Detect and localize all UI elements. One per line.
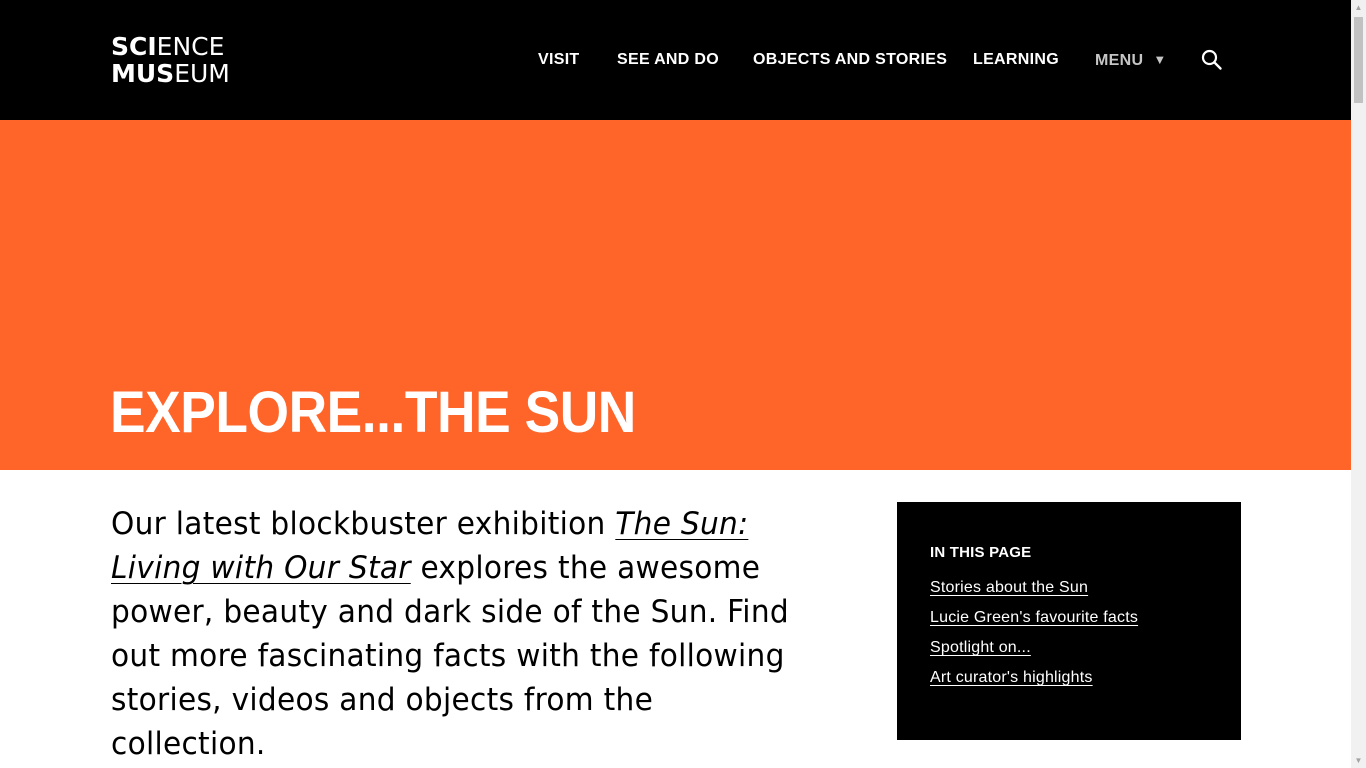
menu-button[interactable]: MENU ▼ — [1095, 51, 1166, 70]
toc-link-spotlight-on[interactable]: Spotlight on... — [930, 639, 1031, 656]
toc-item: Stories about the Sun — [930, 578, 1208, 598]
nav-learning[interactable]: LEARNING — [973, 51, 1059, 69]
in-this-page-heading: IN THIS PAGE — [930, 544, 1032, 561]
toc-link-lucie-green-facts[interactable]: Lucie Green's favourite facts — [930, 609, 1138, 626]
intro-paragraph: Our latest blockbuster exhibition The Su… — [111, 502, 808, 766]
site-header: SCIENCE MUSEUM VISIT SEE AND DO OBJECTS … — [0, 0, 1351, 120]
nav-objects-and-stories[interactable]: OBJECTS AND STORIES — [753, 51, 947, 69]
nav-see-and-do[interactable]: SEE AND DO — [617, 51, 719, 69]
search-icon — [1201, 49, 1222, 70]
scroll-up-arrow-icon[interactable]: ▲ — [1351, 0, 1366, 15]
page: SCIENCE MUSEUM VISIT SEE AND DO OBJECTS … — [0, 0, 1351, 768]
intro-text: Our latest blockbuster exhibition — [111, 506, 616, 542]
toc-list: Stories about the Sun Lucie Green's favo… — [930, 578, 1208, 688]
in-this-page-box: IN THIS PAGE Stories about the Sun Lucie… — [897, 502, 1241, 740]
scroll-down-arrow-icon[interactable]: ▼ — [1351, 753, 1366, 768]
search-button[interactable] — [1200, 48, 1224, 72]
hero-banner: EXPLORE...THE SUN — [0, 120, 1351, 470]
page-title: EXPLORE...THE SUN — [110, 380, 636, 445]
main-nav: VISIT SEE AND DO OBJECTS AND STORIES LEA… — [0, 0, 1351, 120]
toc-item: Lucie Green's favourite facts — [930, 608, 1208, 628]
toc-item: Spotlight on... — [930, 638, 1208, 658]
menu-label: MENU — [1095, 52, 1144, 69]
nav-visit[interactable]: VISIT — [538, 51, 580, 69]
vertical-scrollbar[interactable]: ▲ ▼ — [1351, 0, 1366, 768]
toc-link-stories-about-the-sun[interactable]: Stories about the Sun — [930, 579, 1088, 596]
toc-item: Art curator's highlights — [930, 668, 1208, 688]
toc-link-art-curator-highlights[interactable]: Art curator's highlights — [930, 669, 1093, 686]
caret-down-icon: ▼ — [1153, 52, 1167, 67]
scrollbar-thumb[interactable] — [1354, 17, 1363, 103]
